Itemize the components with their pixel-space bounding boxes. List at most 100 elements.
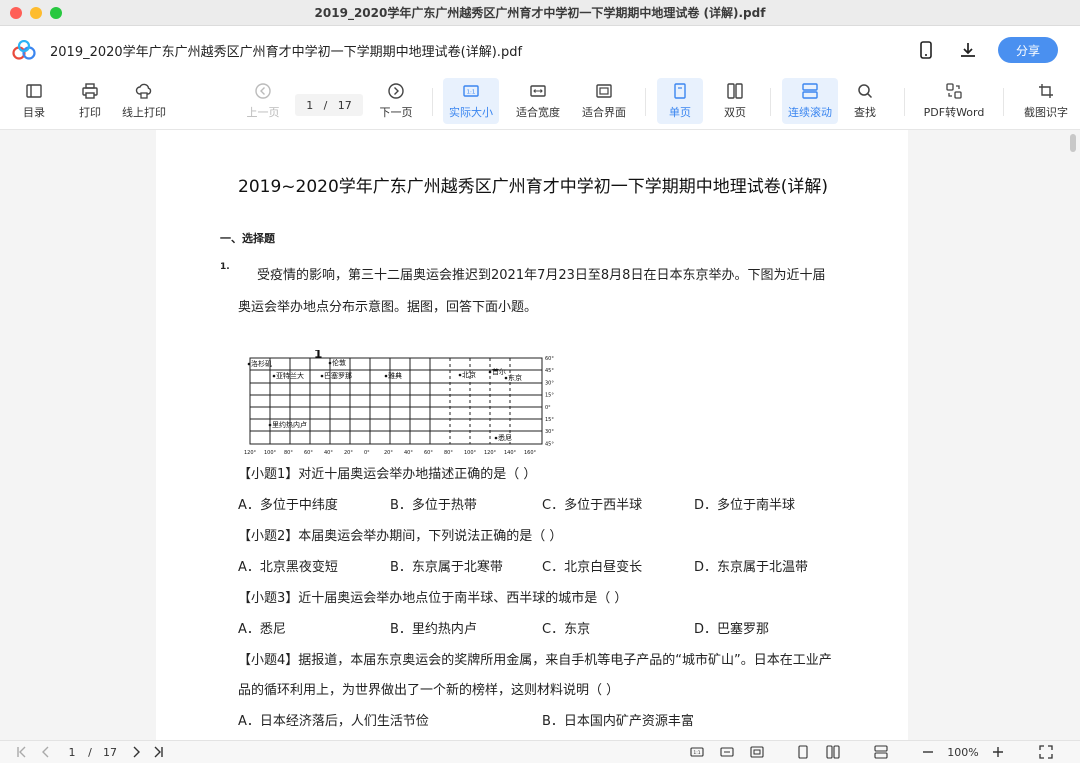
- page-number-input[interactable]: 1 / 17: [295, 94, 363, 116]
- map-city-label: 东京: [508, 373, 522, 382]
- map-city-dot: [504, 376, 508, 380]
- toolbar-divider: [432, 88, 433, 116]
- app-logo-icon: [12, 40, 36, 60]
- scrollbar-thumb[interactable]: [1070, 134, 1076, 152]
- single-page-icon: [674, 83, 686, 99]
- window-controls: [10, 7, 62, 19]
- subquestion-2: 【小题2】本届奥运会举办期间，下列说法正确的是（ ）: [238, 529, 563, 544]
- q1-option-a: A．多位于中纬度: [238, 498, 338, 513]
- q1-option-c: C．多位于西半球: [542, 498, 643, 513]
- double-page-icon: [727, 83, 743, 99]
- map-city-label: 伦敦: [332, 358, 346, 367]
- status-continuous-scroll-button[interactable]: [872, 744, 890, 760]
- map-city-label: 亚特兰大: [276, 371, 304, 380]
- document-viewer[interactable]: 2019~2020学年广东广州越秀区广州育才中学初一下学期期中地理试卷(详解) …: [0, 130, 1080, 740]
- map-longitude-label: 100°: [264, 450, 277, 456]
- q2-option-a: A．北京黑夜变短: [238, 560, 338, 575]
- next-page-button[interactable]: 下一页: [374, 78, 418, 124]
- map-latitude-label: 60°: [545, 356, 554, 362]
- map-city-dot: [494, 436, 498, 440]
- fullscreen-button[interactable]: [1038, 744, 1054, 760]
- status-fit-width-button[interactable]: [718, 744, 736, 760]
- question-intro-line-1: 受疫情的影响，第三十二届奥运会推迟到2021年7月23日至8月8日在日本东京举办…: [257, 268, 826, 283]
- find-button[interactable]: 查找: [845, 78, 885, 124]
- fit-width-button[interactable]: 适合宽度: [510, 78, 566, 124]
- window-titlebar: 2019_2020学年广东广州越秀区广州育才中学初一下学期期中地理试卷 (详解)…: [0, 0, 1080, 26]
- share-button[interactable]: 分享: [998, 37, 1058, 63]
- svg-text:1:1: 1:1: [693, 750, 700, 756]
- status-double-page-button[interactable]: [824, 744, 842, 760]
- mobile-icon[interactable]: [914, 38, 938, 62]
- continuous-scroll-button[interactable]: 连续滚动: [782, 78, 838, 124]
- toolbar-divider: [770, 88, 771, 116]
- online-print-button[interactable]: 线上打印: [118, 78, 170, 124]
- screenshot-ocr-button[interactable]: 截图识字: [1018, 78, 1074, 124]
- pdf-to-word-button[interactable]: PDF转Word: [918, 78, 990, 124]
- map-longitude-label: 40°: [404, 450, 413, 456]
- pdf-page: 2019~2020学年广东广州越秀区广州育才中学初一下学期期中地理试卷(详解) …: [156, 130, 908, 740]
- close-window-button[interactable]: [10, 7, 22, 19]
- map-city-label: 雅典: [388, 371, 402, 380]
- q4-option-b: B．日本国内矿产资源丰富: [542, 714, 694, 729]
- status-current-page[interactable]: 1: [64, 744, 80, 760]
- toolbar-divider: [645, 88, 646, 116]
- map-longitude-label: 20°: [384, 450, 393, 456]
- zoom-out-button[interactable]: [920, 744, 936, 760]
- actual-size-button[interactable]: 1:1 实际大小: [443, 78, 499, 124]
- cloud-print-icon: [135, 83, 152, 99]
- last-page-button[interactable]: [150, 744, 166, 760]
- zoom-level[interactable]: 100%: [944, 744, 982, 760]
- map-longitude-label: 40°: [324, 450, 333, 456]
- fit-width-icon: [720, 747, 734, 757]
- vertical-scrollbar[interactable]: [1066, 130, 1080, 740]
- map-latitude-label: 30°: [545, 380, 554, 386]
- map-city-dot: [458, 373, 462, 377]
- convert-icon: [946, 83, 962, 99]
- minimize-window-button[interactable]: [30, 7, 42, 19]
- continuous-scroll-icon: [802, 83, 818, 99]
- subquestion-3: 【小题3】近十届奥运会举办地点位于南半球、西半球的城市是（ ）: [238, 591, 628, 606]
- fit-page-button[interactable]: 适合界面: [576, 78, 632, 124]
- toc-icon: [26, 84, 42, 98]
- download-icon[interactable]: [956, 38, 980, 62]
- olympic-host-map: 1 洛杉矶亚特兰大 巴塞罗那 伦敦雅典 北京 首尔东京里约热内卢悉尼 60° 45° 30°…: [244, 350, 554, 456]
- actual-size-icon: 1:1: [690, 747, 704, 757]
- map-latitude-label: 30°: [545, 429, 554, 435]
- q2-option-b: B．东京属于北寒带: [390, 560, 503, 575]
- svg-text:1:1: 1:1: [467, 90, 476, 96]
- zoom-in-button[interactable]: [990, 744, 1006, 760]
- maximize-window-button[interactable]: [50, 7, 62, 19]
- status-fit-page-button[interactable]: [748, 744, 766, 760]
- status-actual-size-button[interactable]: 1:1: [688, 744, 706, 760]
- status-total-pages: 17: [103, 745, 117, 759]
- status-page-separator: /: [88, 745, 92, 759]
- toc-button[interactable]: 目录: [14, 78, 54, 124]
- single-page-button[interactable]: 单页: [657, 78, 703, 124]
- status-prev-page-button[interactable]: [38, 744, 54, 760]
- status-single-page-button[interactable]: [794, 744, 812, 760]
- continuous-scroll-icon: [874, 745, 888, 759]
- fullscreen-icon: [1039, 745, 1053, 759]
- question-intro-line-2: 奥运会举办地点分布示意图。据图，回答下面小题。: [238, 300, 538, 315]
- map-longitude-label: 120°: [484, 450, 497, 456]
- q2-option-d: D．东京属于北温带: [694, 560, 809, 575]
- prev-page-button[interactable]: 上一页: [242, 78, 284, 124]
- double-page-button[interactable]: 双页: [712, 78, 758, 124]
- status-next-page-button[interactable]: [128, 744, 144, 760]
- map-city-label: 悉尼: [498, 433, 512, 442]
- actual-size-icon: 1:1: [463, 85, 479, 97]
- map-longitude-label: 100°: [464, 450, 477, 456]
- first-page-button[interactable]: [14, 744, 30, 760]
- print-button[interactable]: 打印: [70, 78, 110, 124]
- document-title: 2019~2020学年广东广州越秀区广州育才中学初一下学期期中地理试卷(详解): [238, 177, 829, 197]
- map-longitude-label: 60°: [424, 450, 433, 456]
- toolbar: 目录 打印 线上打印 上一页 1 / 17 下一页 1:1 实际大小 适合宽度 …: [0, 74, 1080, 130]
- map-longitude-label: 80°: [284, 450, 293, 456]
- map-longitude-label: 20°: [344, 450, 353, 456]
- single-page-icon: [798, 745, 808, 759]
- q3-option-a: A．悉尼: [238, 622, 286, 637]
- map-latitude-label: 0°: [545, 405, 551, 411]
- app-header: 2019_2020学年广东广州越秀区广州育才中学初一下学期期中地理试卷(详解).…: [0, 26, 1080, 74]
- q4-option-a: A．日本经济落后，人们生活节俭: [238, 714, 429, 729]
- fit-page-icon: [750, 746, 764, 758]
